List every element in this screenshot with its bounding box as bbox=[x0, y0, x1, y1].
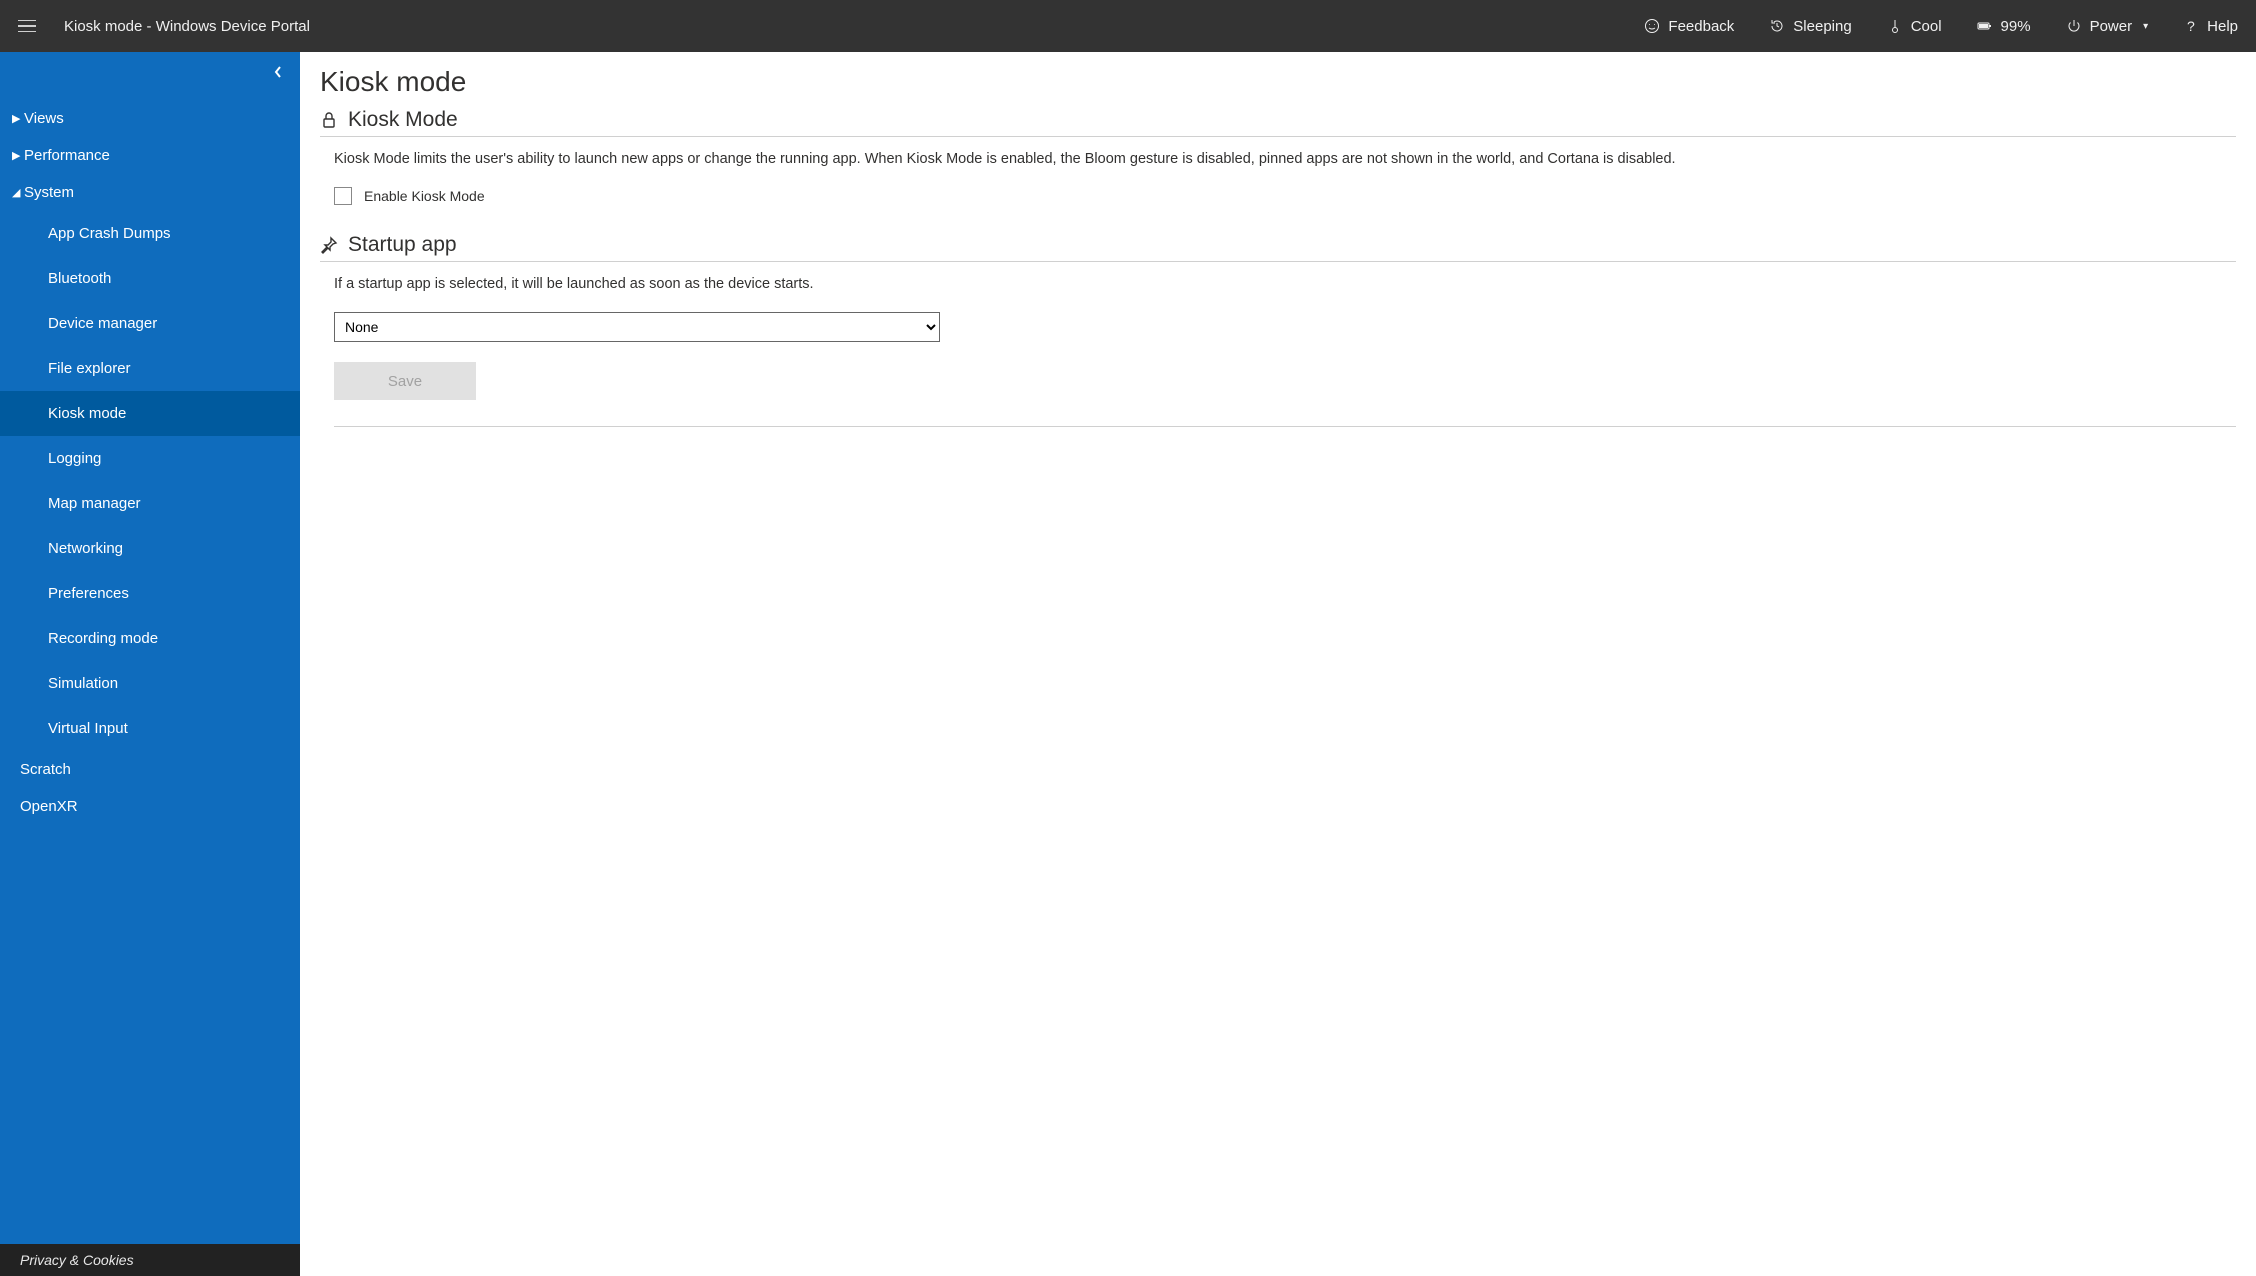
battery-icon bbox=[1976, 17, 1994, 35]
sidebar: ▶ Views ▶ Performance ◢ System App Crash… bbox=[0, 52, 300, 1276]
nav-performance-label: Performance bbox=[24, 147, 110, 164]
nav-item-kiosk-mode[interactable]: Kiosk mode bbox=[0, 391, 300, 436]
help-icon: ? bbox=[2182, 17, 2200, 35]
nav-item-openxr[interactable]: OpenXR bbox=[0, 788, 300, 825]
triangle-right-icon: ▶ bbox=[12, 112, 22, 125]
nav-system-label: System bbox=[24, 184, 74, 201]
nav-views-label: Views bbox=[24, 110, 64, 127]
nav-item-simulation[interactable]: Simulation bbox=[0, 661, 300, 706]
nav-item-bluetooth[interactable]: Bluetooth bbox=[0, 256, 300, 301]
section-kiosk-mode-title: Kiosk Mode bbox=[348, 108, 458, 132]
section-startup-app: Startup app If a startup app is selected… bbox=[320, 233, 2236, 427]
svg-text:?: ? bbox=[2187, 18, 2195, 34]
feedback-label: Feedback bbox=[1668, 18, 1734, 35]
sleeping-label: Sleeping bbox=[1793, 18, 1851, 35]
nav-group-performance[interactable]: ▶ Performance bbox=[0, 137, 300, 174]
feedback-icon bbox=[1643, 17, 1661, 35]
app-title: Kiosk mode - Windows Device Portal bbox=[64, 18, 310, 35]
history-icon bbox=[1768, 17, 1786, 35]
section-kiosk-mode: Kiosk Mode Kiosk Mode limits the user's … bbox=[320, 108, 2236, 205]
chevron-left-icon bbox=[273, 65, 283, 79]
nav-item-networking[interactable]: Networking bbox=[0, 526, 300, 571]
nav-item-device-manager[interactable]: Device manager bbox=[0, 301, 300, 346]
power-button[interactable]: Power ▾ bbox=[2065, 17, 2149, 35]
cool-label: Cool bbox=[1911, 18, 1942, 35]
main-content: Kiosk mode Kiosk Mode Kiosk Mode limits … bbox=[300, 52, 2256, 1276]
hamburger-icon[interactable] bbox=[18, 14, 42, 38]
nav-system-subitems: App Crash Dumps Bluetooth Device manager… bbox=[0, 211, 300, 751]
startup-app-select[interactable]: None bbox=[334, 312, 940, 342]
feedback-button[interactable]: Feedback bbox=[1643, 17, 1734, 35]
nav-item-app-crash-dumps[interactable]: App Crash Dumps bbox=[0, 211, 300, 256]
section-startup-app-desc: If a startup app is selected, it will be… bbox=[320, 262, 2236, 312]
status-cool[interactable]: Cool bbox=[1886, 17, 1942, 35]
status-battery[interactable]: 99% bbox=[1976, 17, 2031, 35]
nav-item-file-explorer[interactable]: File explorer bbox=[0, 346, 300, 391]
topbar-right: Feedback Sleeping Cool 99% Power ▾ bbox=[1643, 17, 2238, 35]
nav-item-preferences[interactable]: Preferences bbox=[0, 571, 300, 616]
power-icon bbox=[2065, 17, 2083, 35]
pin-icon bbox=[320, 236, 338, 254]
privacy-cookies-link[interactable]: Privacy & Cookies bbox=[0, 1244, 300, 1276]
enable-kiosk-mode-label: Enable Kiosk Mode bbox=[364, 188, 485, 204]
nav-item-recording-mode[interactable]: Recording mode bbox=[0, 616, 300, 661]
collapse-sidebar-button[interactable] bbox=[266, 60, 290, 84]
divider bbox=[334, 426, 2236, 427]
top-bar: Kiosk mode - Windows Device Portal Feedb… bbox=[0, 0, 2256, 52]
chevron-down-icon: ▾ bbox=[2143, 21, 2148, 32]
triangle-down-icon: ◢ bbox=[12, 186, 22, 199]
enable-kiosk-mode-checkbox[interactable] bbox=[334, 187, 352, 205]
nav-group-views[interactable]: ▶ Views bbox=[0, 100, 300, 137]
status-sleeping[interactable]: Sleeping bbox=[1768, 17, 1851, 35]
help-button[interactable]: ? Help bbox=[2182, 17, 2238, 35]
page-title: Kiosk mode bbox=[320, 66, 2236, 98]
nav-item-scratch[interactable]: Scratch bbox=[0, 751, 300, 788]
section-startup-app-title: Startup app bbox=[348, 233, 457, 257]
nav-item-virtual-input[interactable]: Virtual Input bbox=[0, 706, 300, 751]
help-label: Help bbox=[2207, 18, 2238, 35]
lock-icon bbox=[320, 111, 338, 129]
triangle-right-icon: ▶ bbox=[12, 149, 22, 162]
battery-label: 99% bbox=[2001, 18, 2031, 35]
section-kiosk-mode-header: Kiosk Mode bbox=[320, 108, 2236, 137]
power-label: Power bbox=[2090, 18, 2133, 35]
thermometer-icon bbox=[1886, 17, 1904, 35]
save-button[interactable]: Save bbox=[334, 362, 476, 400]
nav-group-system[interactable]: ◢ System bbox=[0, 174, 300, 211]
nav-item-map-manager[interactable]: Map manager bbox=[0, 481, 300, 526]
nav-item-logging[interactable]: Logging bbox=[0, 436, 300, 481]
section-startup-app-header: Startup app bbox=[320, 233, 2236, 262]
section-kiosk-mode-desc: Kiosk Mode limits the user's ability to … bbox=[320, 137, 2236, 187]
